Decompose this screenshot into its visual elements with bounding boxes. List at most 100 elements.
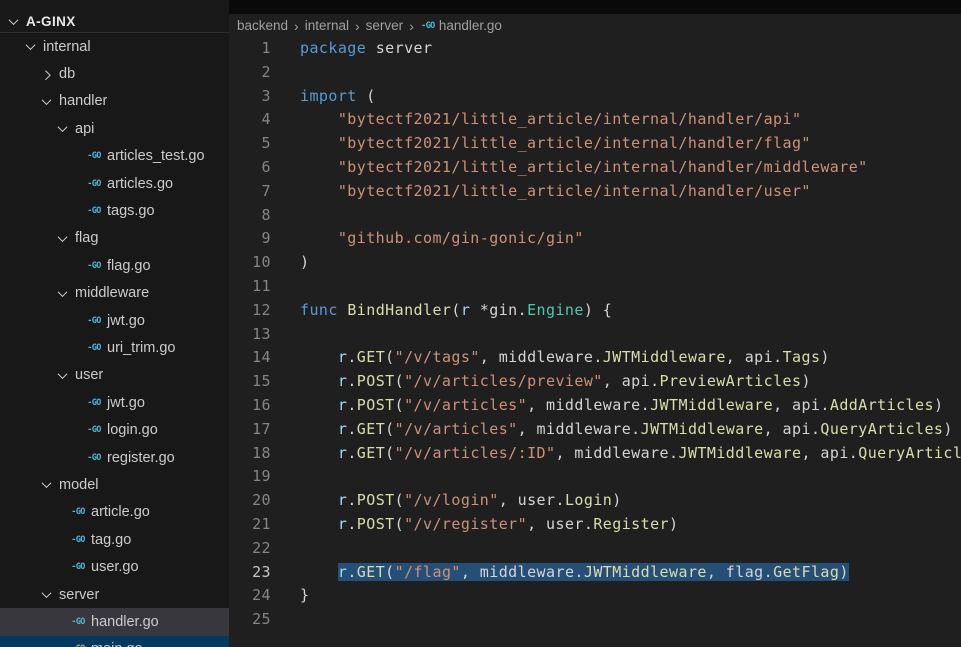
code-text[interactable]: "bytectf2021/little_article/internal/han…	[271, 156, 868, 180]
code-text[interactable]: r.POST("/v/register", user.Register)	[271, 513, 678, 537]
line-number[interactable]: 19	[229, 465, 271, 489]
tree-item-db[interactable]: db	[0, 60, 229, 87]
tree-indent	[0, 183, 70, 184]
tree-item-tag-go[interactable]: -GOtag.go	[0, 526, 229, 553]
line-number[interactable]: 2	[229, 61, 271, 85]
line-number[interactable]: 22	[229, 537, 271, 561]
line-number[interactable]: 7	[229, 180, 271, 204]
tree-item-model[interactable]: model	[0, 471, 229, 498]
line-number[interactable]: 14	[229, 346, 271, 370]
code-text[interactable]: r.GET("/v/articles", middleware.JWTMiddl…	[271, 418, 953, 442]
code-text[interactable]: )	[271, 251, 309, 275]
code-text[interactable]	[271, 61, 300, 85]
tree-indent	[0, 512, 54, 513]
chevron-down-icon	[57, 122, 67, 132]
explorer-section-header[interactable]: A-GINX	[0, 0, 229, 33]
twistie-slot	[54, 372, 70, 379]
line-number[interactable]: 15	[229, 370, 271, 394]
line-number[interactable]: 12	[229, 299, 271, 323]
line-number[interactable]: 6	[229, 156, 271, 180]
line-number[interactable]: 5	[229, 132, 271, 156]
code-text[interactable]	[271, 537, 300, 561]
tree-item-middleware[interactable]: middleware	[0, 280, 229, 307]
line-number[interactable]: 9	[229, 227, 271, 251]
line-number[interactable]: 10	[229, 251, 271, 275]
breadcrumb: backend›internal›server›-GOhandler.go	[229, 14, 961, 37]
code-text[interactable]: package server	[271, 37, 432, 61]
tree-item-register-go[interactable]: -GOregister.go	[0, 444, 229, 471]
chevron-down-icon	[57, 369, 67, 379]
tree-item-internal[interactable]: internal	[0, 33, 229, 60]
code-text[interactable]	[271, 275, 300, 299]
tree-item-label: articles.go	[107, 176, 173, 192]
code-text[interactable]: r.POST("/v/login", user.Login)	[271, 489, 622, 513]
code-text[interactable]: r.GET("/flag", middleware.JWTMiddleware,…	[271, 561, 849, 585]
tree-item-label: handler	[59, 93, 107, 109]
line-number[interactable]: 20	[229, 489, 271, 513]
tree-item-jwt-go[interactable]: -GOjwt.go	[0, 307, 229, 334]
breadcrumb-item[interactable]: internal	[305, 18, 349, 33]
line-number[interactable]: 16	[229, 394, 271, 418]
tree-item-articles-go[interactable]: -GOarticles.go	[0, 170, 229, 197]
line-number[interactable]: 13	[229, 323, 271, 347]
tree-indent	[0, 101, 38, 102]
tree-item-server[interactable]: server	[0, 581, 229, 608]
tree-item-label: middleware	[75, 285, 149, 301]
tree-item-user-go[interactable]: -GOuser.go	[0, 553, 229, 580]
line-number[interactable]: 25	[229, 608, 271, 632]
code-text[interactable]: r.POST("/v/articles", middleware.JWTMidd…	[271, 394, 943, 418]
tree-item-uri-trim-go[interactable]: -GOuri_trim.go	[0, 334, 229, 361]
code-text[interactable]: "bytectf2021/little_article/internal/han…	[271, 132, 811, 156]
tree-item-login-go[interactable]: -GOlogin.go	[0, 416, 229, 443]
code-text[interactable]: r.GET("/v/articles/:ID", middleware.JWTM…	[271, 442, 961, 466]
breadcrumb-item[interactable]: handler.go	[439, 18, 502, 33]
code-text[interactable]: "bytectf2021/little_article/internal/han…	[271, 108, 801, 132]
twistie-slot	[38, 591, 54, 598]
breadcrumb-item[interactable]: server	[366, 18, 404, 33]
tree-item-handler[interactable]: handler	[0, 88, 229, 115]
line-number[interactable]: 1	[229, 37, 271, 61]
line-number[interactable]: 17	[229, 418, 271, 442]
code-text[interactable]: r.POST("/v/articles/preview", api.Previe…	[271, 370, 811, 394]
code-line: 22	[229, 537, 961, 561]
line-number[interactable]: 8	[229, 204, 271, 228]
line-number[interactable]: 23	[229, 561, 271, 585]
chevron-down-icon	[57, 232, 67, 242]
line-number[interactable]: 24	[229, 584, 271, 608]
code-text[interactable]: func BindHandler(r *gin.Engine) {	[271, 299, 612, 323]
tree-item-jwt-go[interactable]: -GOjwt.go	[0, 389, 229, 416]
code-text[interactable]	[271, 323, 300, 347]
tree-indent	[0, 594, 38, 595]
tree-indent	[0, 156, 70, 157]
tree-item-tags-go[interactable]: -GOtags.go	[0, 197, 229, 224]
code-text[interactable]: "bytectf2021/little_article/internal/han…	[271, 180, 811, 204]
tree-item-articles-test-go[interactable]: -GOarticles_test.go	[0, 143, 229, 170]
line-number[interactable]: 3	[229, 85, 271, 109]
go-file-icon: -GO	[70, 507, 86, 517]
code-text[interactable]	[271, 465, 300, 489]
tree-item-flag-go[interactable]: -GOflag.go	[0, 252, 229, 279]
line-number[interactable]: 21	[229, 513, 271, 537]
tree-item-main-go[interactable]: -GOmain.go	[0, 636, 229, 647]
code-text[interactable]: import (	[271, 85, 376, 109]
tree-item-user[interactable]: user	[0, 362, 229, 389]
code-text[interactable]	[271, 204, 300, 228]
code-editor[interactable]: 1package server23import (4 "bytectf2021/…	[229, 37, 961, 647]
code-text[interactable]: }	[271, 584, 309, 608]
tree-item-api[interactable]: api	[0, 115, 229, 142]
tree-item-article-go[interactable]: -GOarticle.go	[0, 499, 229, 526]
line-number[interactable]: 11	[229, 275, 271, 299]
code-text[interactable]	[271, 608, 300, 632]
tree-indent	[0, 293, 54, 294]
code-text[interactable]: "github.com/gin-gonic/gin"	[271, 227, 584, 251]
code-text[interactable]: r.GET("/v/tags", middleware.JWTMiddlewar…	[271, 346, 830, 370]
tree-item-flag[interactable]: flag	[0, 225, 229, 252]
tree-item-handler-go[interactable]: -GOhandler.go	[0, 608, 229, 635]
tree-item-label: jwt.go	[107, 313, 145, 329]
tree-item-label: user.go	[91, 559, 139, 575]
code-line: 8	[229, 204, 961, 228]
line-number[interactable]: 4	[229, 108, 271, 132]
twistie-slot	[54, 290, 70, 297]
line-number[interactable]: 18	[229, 442, 271, 466]
breadcrumb-item[interactable]: backend	[237, 18, 288, 33]
